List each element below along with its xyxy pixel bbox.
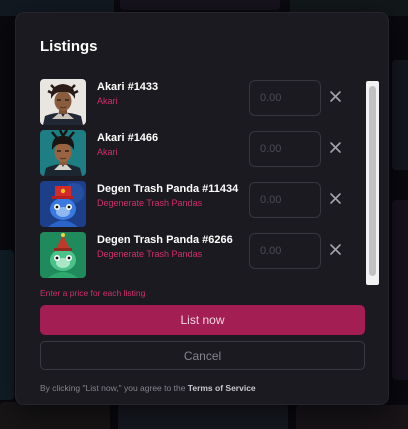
close-icon[interactable] xyxy=(329,192,342,205)
price-input[interactable] xyxy=(249,80,321,116)
listing-name: Degen Trash Panda #6266 xyxy=(97,234,233,246)
nft-thumbnail xyxy=(40,181,86,227)
cancel-button[interactable]: Cancel xyxy=(40,341,365,370)
listing-row-degen-trash-panda-6266: Degen Trash Panda #6266 Degenerate Trash… xyxy=(40,232,365,278)
listings-scrollbar[interactable] xyxy=(366,81,379,285)
legal-notice: By clicking "List now," you agree to the… xyxy=(40,383,256,393)
listing-name: Akari #1466 xyxy=(97,132,159,144)
list-now-button[interactable]: List now xyxy=(40,305,365,335)
listing-collection: Akari xyxy=(97,96,118,106)
listing-row-akari-1466: Akari #1466 Akari xyxy=(40,130,365,176)
listing-row-degen-trash-panda-11434: Degen Trash Panda #11434 Degenerate Tras… xyxy=(40,181,365,227)
listing-collection: Degenerate Trash Pandas xyxy=(97,249,203,259)
scrollbar-thumb[interactable] xyxy=(369,86,376,276)
price-input[interactable] xyxy=(249,182,321,218)
legal-text: By clicking "List now," you agree to the xyxy=(40,383,188,393)
nft-thumbnail xyxy=(40,232,86,278)
close-icon[interactable] xyxy=(329,90,342,103)
modal-title: Listings xyxy=(40,38,98,55)
listing-collection: Akari xyxy=(97,147,118,157)
nft-thumbnail xyxy=(40,79,86,125)
listing-name: Degen Trash Panda #11434 xyxy=(97,183,239,195)
listings-modal: Listings Akari #1433 Akari 0.00 Akari #1… xyxy=(16,13,388,404)
nft-thumbnail xyxy=(40,130,86,176)
price-input[interactable] xyxy=(249,233,321,269)
listing-row-akari-1433: Akari #1433 Akari xyxy=(40,79,365,125)
close-icon[interactable] xyxy=(329,141,342,154)
terms-of-service-link[interactable]: Terms of Service xyxy=(188,383,256,393)
listing-collection: Degenerate Trash Pandas xyxy=(97,198,203,208)
close-icon[interactable] xyxy=(329,243,342,256)
listing-name: Akari #1433 xyxy=(97,81,159,93)
listings-list: Akari #1433 Akari 0.00 Akari #1466 Akari… xyxy=(40,79,365,285)
validation-error: Enter a price for each listing xyxy=(40,288,146,298)
price-input[interactable] xyxy=(249,131,321,167)
